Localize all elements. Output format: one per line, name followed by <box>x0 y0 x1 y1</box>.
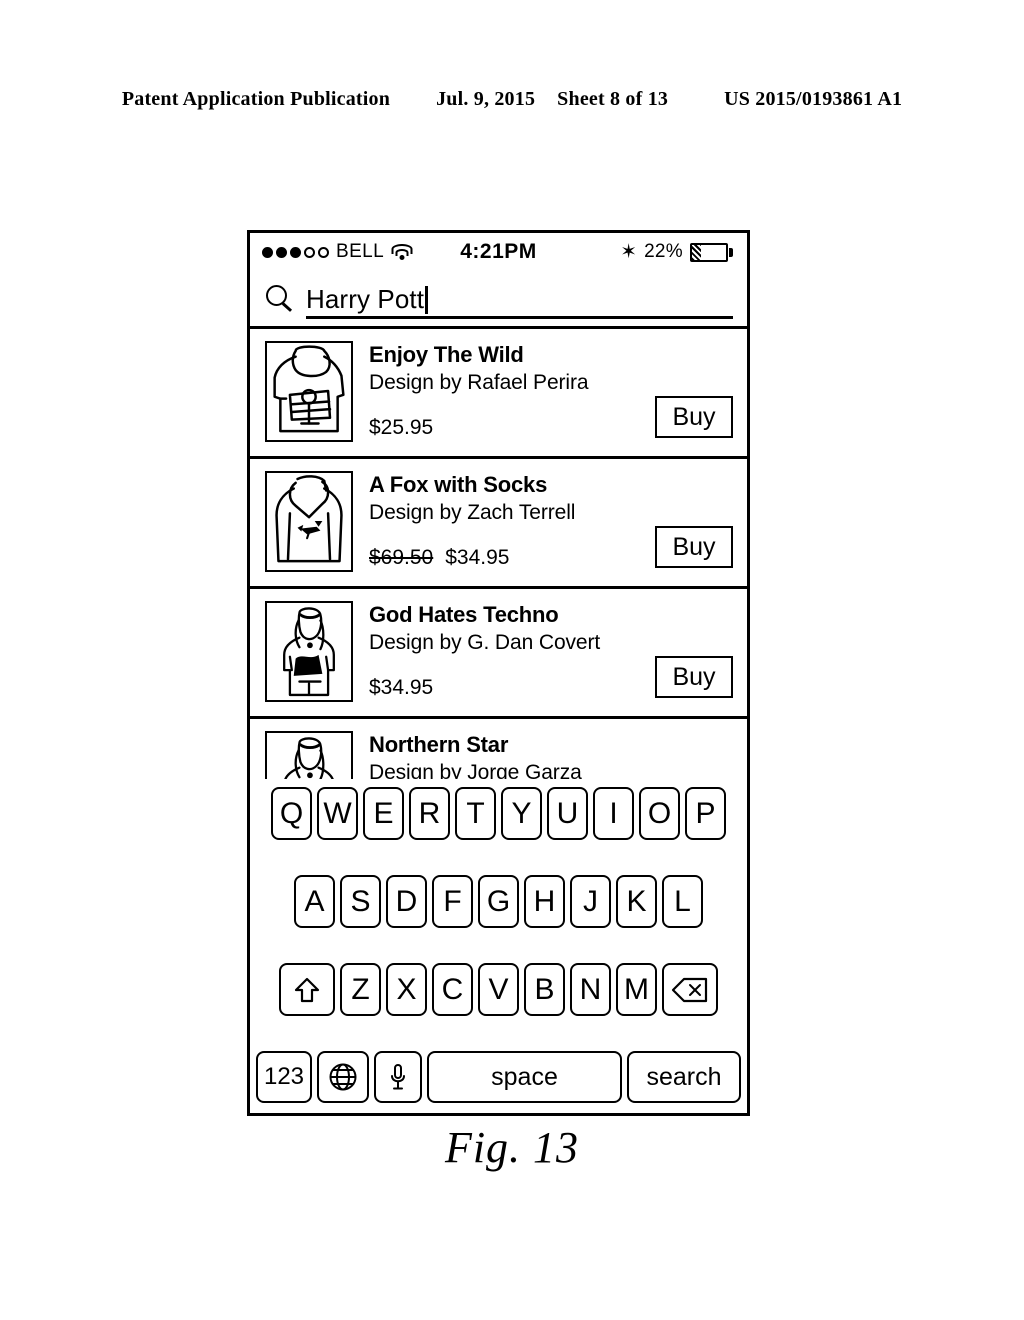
product-title: God Hates Techno <box>369 602 559 627</box>
key-l[interactable]: L <box>662 875 703 928</box>
status-right: ✶ 22% <box>620 241 733 263</box>
header-patent-number: US 2015/0193861 A1 <box>724 88 903 110</box>
bluetooth-icon: ✶ <box>620 241 638 263</box>
buy-button[interactable]: Buy <box>655 656 733 698</box>
key-h[interactable]: H <box>524 875 565 928</box>
buy-button[interactable]: Buy <box>655 526 733 568</box>
keyboard-row-2: A S D F G H J K L <box>256 875 741 928</box>
product-price: $34.95 <box>445 546 510 569</box>
product-info: Northern Star Design by Jorge Garza <box>369 731 735 779</box>
key-c[interactable]: C <box>432 963 473 1016</box>
key-r[interactable]: R <box>409 787 450 840</box>
key-a[interactable]: A <box>294 875 335 928</box>
key-m[interactable]: M <box>616 963 657 1016</box>
shift-icon <box>294 977 320 1002</box>
phone-mockup: BELL 4:21PM ✶ 22% Harry Pott Enjoy The W… <box>247 230 750 1116</box>
product-designer: Design by G. Dan Covert <box>369 631 601 654</box>
key-z[interactable]: Z <box>340 963 381 1016</box>
product-title: Northern Star <box>369 732 509 757</box>
table-row[interactable]: Northern Star Design by Jorge Garza <box>250 719 747 779</box>
product-thumbnail-hoodie <box>265 341 353 442</box>
product-designer: Design by Rafael Perira <box>369 371 589 394</box>
product-thumbnail-model-tee-2 <box>265 731 353 779</box>
search-input[interactable]: Harry Pott <box>306 279 733 319</box>
product-old-price: $69.50 <box>369 546 434 569</box>
product-title: A Fox with Socks <box>369 472 548 497</box>
key-p[interactable]: P <box>685 787 726 840</box>
buy-button[interactable]: Buy <box>655 396 733 438</box>
figure-caption: Fig. 13 <box>444 1123 580 1172</box>
key-o[interactable]: O <box>639 787 680 840</box>
search-key[interactable]: search <box>627 1051 741 1103</box>
key-v[interactable]: V <box>478 963 519 1016</box>
key-f[interactable]: F <box>432 875 473 928</box>
microphone-key[interactable] <box>374 1051 422 1103</box>
product-title: Enjoy The Wild <box>369 342 524 367</box>
keyboard-row-4: 123 space search <box>256 1051 741 1103</box>
product-price: $25.95 <box>369 416 434 439</box>
product-designer: Design by Zach Terrell <box>369 501 576 524</box>
search-input-value: Harry Pott <box>306 283 425 314</box>
table-row[interactable]: Enjoy The Wild Design by Rafael Perira $… <box>250 329 747 459</box>
battery-icon <box>690 242 733 262</box>
keyboard-row-3: Z X C V B N M <box>256 963 741 1016</box>
product-thumbnail-fox-hoodie <box>265 471 353 572</box>
patent-page: Patent Application Publication Jul. 9, 2… <box>0 0 1024 1320</box>
key-n[interactable]: N <box>570 963 611 1016</box>
key-s[interactable]: S <box>340 875 381 928</box>
search-results-list: Enjoy The Wild Design by Rafael Perira $… <box>250 329 747 779</box>
backspace-key[interactable] <box>662 963 718 1016</box>
header-sheet: Sheet 8 of 13 <box>557 88 669 110</box>
battery-percent-label: 22% <box>644 241 683 262</box>
keyboard-row-1: Q W E R T Y U I O P <box>256 787 741 840</box>
key-b[interactable]: B <box>524 963 565 1016</box>
key-w[interactable]: W <box>317 787 358 840</box>
shift-key[interactable] <box>279 963 335 1016</box>
table-row[interactable]: A Fox with Socks Design by Zach Terrell … <box>250 459 747 589</box>
key-u[interactable]: U <box>547 787 588 840</box>
carrier-label: BELL <box>336 241 385 262</box>
key-i[interactable]: I <box>593 787 634 840</box>
microphone-icon <box>391 1064 405 1090</box>
wifi-icon <box>391 243 413 261</box>
key-k[interactable]: K <box>616 875 657 928</box>
key-j[interactable]: J <box>570 875 611 928</box>
product-price: $34.95 <box>369 676 434 699</box>
product-thumbnail-model-tee <box>265 601 353 702</box>
header-publication: Patent Application Publication <box>121 88 391 110</box>
key-t[interactable]: T <box>455 787 496 840</box>
search-bar[interactable]: Harry Pott <box>250 271 747 329</box>
key-x[interactable]: X <box>386 963 427 1016</box>
status-bar: BELL 4:21PM ✶ 22% <box>250 233 747 271</box>
table-row[interactable]: God Hates Techno Design by G. Dan Covert… <box>250 589 747 719</box>
key-d[interactable]: D <box>386 875 427 928</box>
key-y[interactable]: Y <box>501 787 542 840</box>
globe-key[interactable] <box>317 1051 369 1103</box>
on-screen-keyboard: Q W E R T Y U I O P A S D F G H J K L Z … <box>250 779 747 1113</box>
key-q[interactable]: Q <box>271 787 312 840</box>
signal-strength-dots <box>262 246 329 258</box>
status-left: BELL <box>262 241 413 263</box>
text-cursor <box>425 285 428 314</box>
product-designer: Design by Jorge Garza <box>369 761 582 779</box>
globe-icon <box>329 1063 357 1091</box>
header-date: Jul. 9, 2015 <box>436 88 536 110</box>
search-icon <box>266 284 294 313</box>
space-key[interactable]: space <box>427 1051 622 1103</box>
key-e[interactable]: E <box>363 787 404 840</box>
backspace-icon <box>671 977 708 1002</box>
patent-header: Patent Application Publication Jul. 9, 2… <box>0 88 1024 111</box>
numbers-key[interactable]: 123 <box>256 1051 312 1103</box>
key-g[interactable]: G <box>478 875 519 928</box>
